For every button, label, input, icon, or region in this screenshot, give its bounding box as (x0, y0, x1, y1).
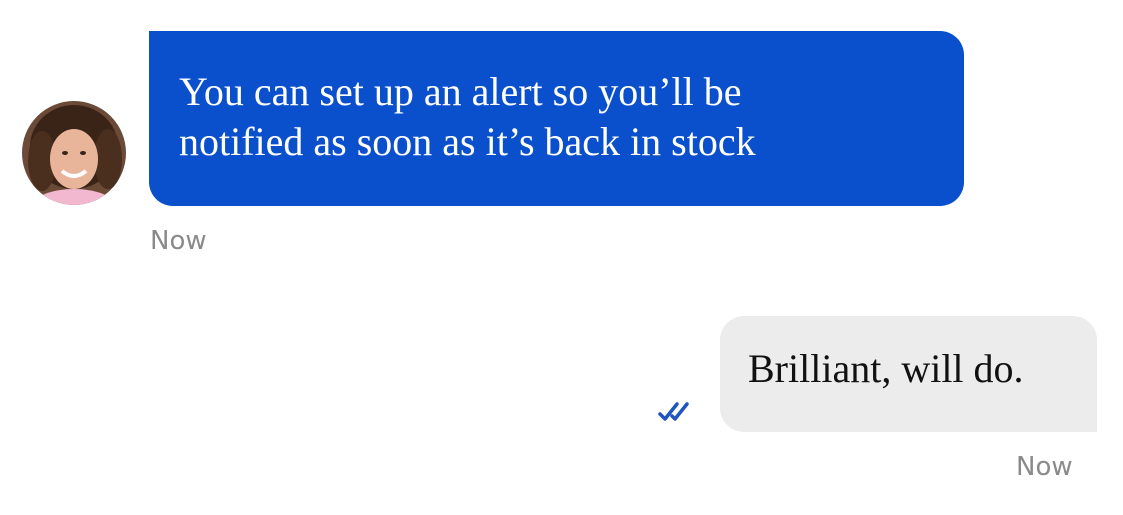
agent-avatar (22, 101, 126, 205)
double-check-icon (656, 398, 698, 422)
user-message-time: Now (1016, 452, 1073, 482)
agent-avatar-icon (22, 101, 126, 205)
agent-message-time: Now (150, 226, 207, 256)
user-message-bubble: Brilliant, will do. (720, 316, 1097, 432)
agent-message-bubble: You can set up an alert so you’ll be not… (149, 31, 964, 206)
